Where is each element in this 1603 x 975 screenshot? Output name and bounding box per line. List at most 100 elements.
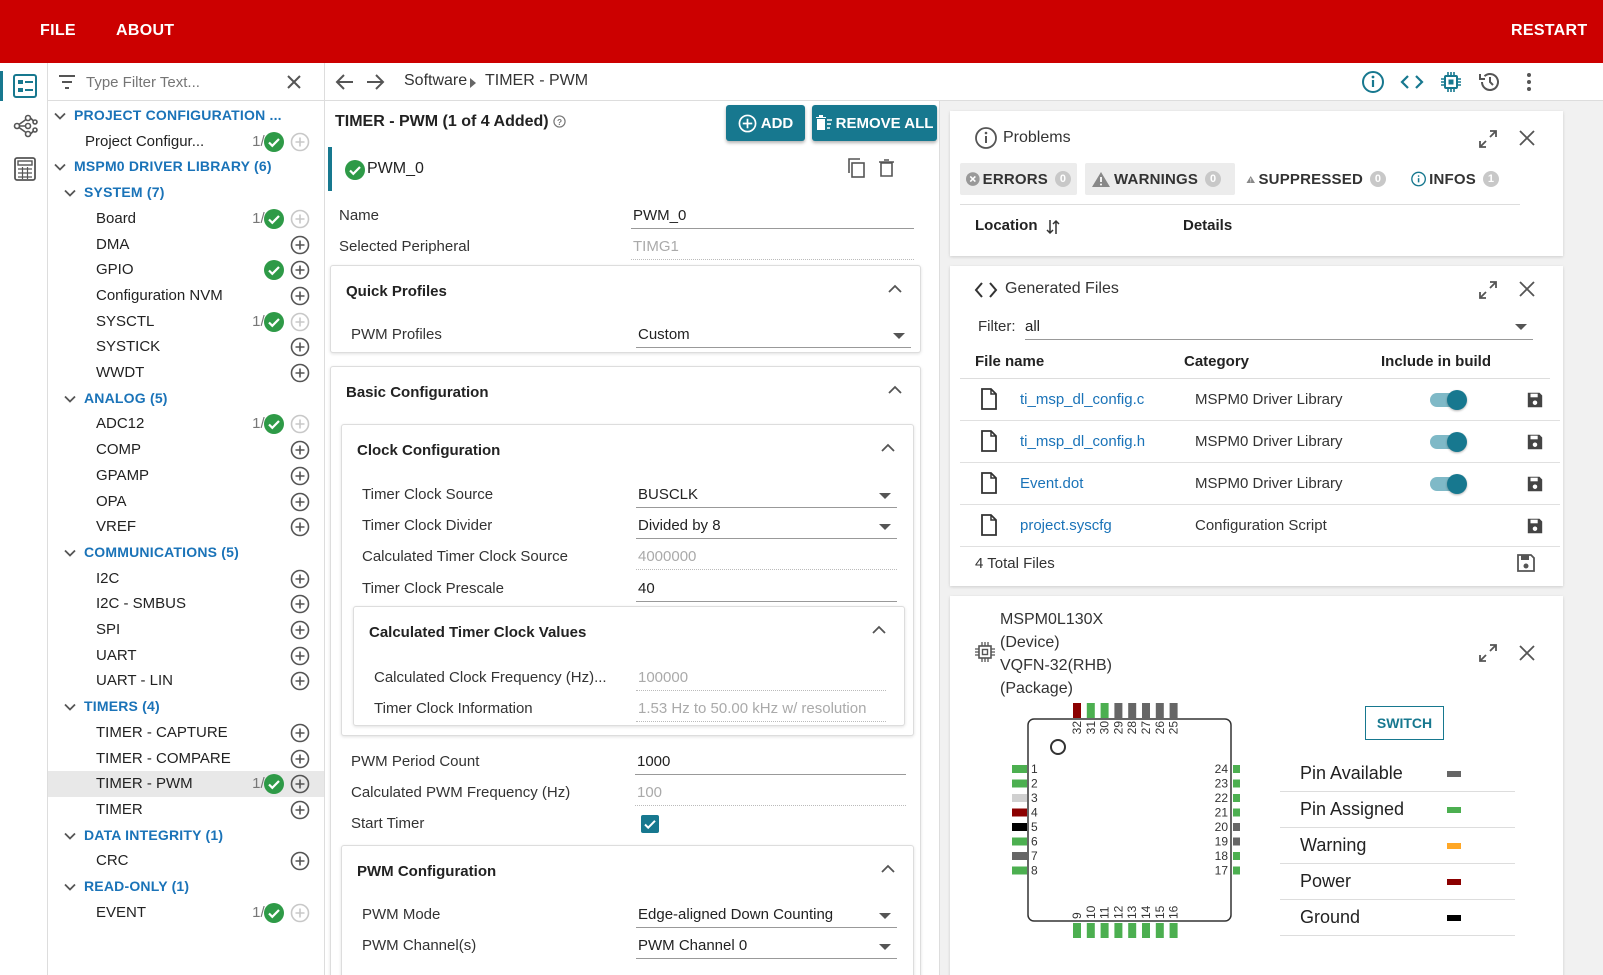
add-circle-icon[interactable] <box>290 774 310 794</box>
tree-item[interactable]: UART <box>48 643 324 669</box>
tree-item[interactable]: VREF <box>48 514 324 540</box>
forward-arrow-icon[interactable] <box>363 70 387 94</box>
add-circle-icon[interactable] <box>290 440 310 460</box>
info-icon[interactable] <box>1361 70 1385 94</box>
add-circle-icon[interactable] <box>290 286 310 306</box>
pwm-period-count-input[interactable]: 1000 <box>635 751 906 775</box>
clear-filter-icon[interactable] <box>286 74 302 90</box>
tree-item[interactable]: TIMER - COMPARE <box>48 746 324 772</box>
close-icon[interactable] <box>1518 280 1536 298</box>
collapse-chevron-icon[interactable] <box>888 284 902 294</box>
calculator-icon[interactable] <box>12 156 38 182</box>
suppressed-filter-button[interactable]: SUPPRESSED 0 <box>1240 163 1392 195</box>
chevron-down-icon[interactable] <box>64 701 76 713</box>
tree-item[interactable]: TIMER <box>48 797 324 823</box>
tree-item[interactable]: DMA <box>48 232 324 258</box>
file-name-link[interactable]: ti_msp_dl_config.h <box>1020 433 1145 450</box>
add-circle-icon[interactable] <box>290 723 310 743</box>
expand-icon[interactable] <box>1478 280 1498 300</box>
expand-icon[interactable] <box>1478 129 1498 149</box>
collapse-chevron-icon[interactable] <box>881 443 895 453</box>
add-circle-icon[interactable] <box>290 132 310 152</box>
tree-item[interactable]: I2C - SMBUS <box>48 591 324 617</box>
tree-item[interactable]: SPI <box>48 617 324 643</box>
tree-item[interactable]: GPAMP <box>48 463 324 489</box>
chevron-down-icon[interactable] <box>54 161 66 173</box>
tree-item[interactable]: EVENT 1/1 <box>48 900 324 926</box>
save-icon[interactable] <box>1526 517 1544 535</box>
include-in-build-toggle[interactable] <box>1430 390 1467 410</box>
filter-input[interactable] <box>86 69 276 95</box>
tree-item[interactable]: SYSCTL 1/1 <box>48 309 324 335</box>
infos-filter-button[interactable]: INFOS 1 <box>1405 163 1505 195</box>
chevron-down-icon[interactable] <box>54 110 66 122</box>
tree-item[interactable]: COMP <box>48 437 324 463</box>
add-circle-icon[interactable] <box>290 594 310 614</box>
add-circle-icon[interactable] <box>290 646 310 666</box>
tree-item[interactable]: CRC <box>48 848 324 874</box>
start-timer-checkbox[interactable] <box>641 815 659 833</box>
back-arrow-icon[interactable] <box>333 70 357 94</box>
tree-item[interactable]: TIMER - PWM 1/4 <box>48 771 324 798</box>
more-vertical-icon[interactable] <box>1517 70 1541 94</box>
pwm-mode-select[interactable]: Edge-aligned Down Counting <box>636 904 897 928</box>
save-icon[interactable] <box>1526 391 1544 409</box>
software-view-icon[interactable] <box>12 73 38 99</box>
tree-item[interactable]: SYSTICK <box>48 334 324 360</box>
add-circle-icon[interactable] <box>290 235 310 255</box>
tree-item[interactable]: Board 1/1 <box>48 206 324 232</box>
tree-category[interactable]: SYSTEM (7) <box>48 180 324 206</box>
name-input[interactable]: PWM_0 <box>631 205 914 229</box>
tree-item[interactable]: GPIO3 <box>48 257 324 283</box>
add-circle-icon[interactable] <box>290 492 310 512</box>
tree-category[interactable]: PROJECT CONFIGURATION ... <box>48 103 324 129</box>
restart-menu[interactable]: RESTART <box>1511 22 1587 40</box>
expand-icon[interactable] <box>1478 643 1498 663</box>
warnings-filter-button[interactable]: WARNINGS 0 <box>1085 163 1235 195</box>
include-in-build-toggle[interactable] <box>1430 432 1467 452</box>
tree-item[interactable]: I2C <box>48 566 324 592</box>
add-circle-icon[interactable] <box>290 260 310 280</box>
save-all-icon[interactable] <box>1516 553 1536 573</box>
about-menu[interactable]: ABOUT <box>116 22 174 40</box>
tree-category[interactable]: READ-ONLY (1) <box>48 874 324 900</box>
tree-category[interactable]: TIMERS (4) <box>48 694 324 720</box>
add-circle-icon[interactable] <box>290 903 310 923</box>
add-circle-icon[interactable] <box>290 851 310 871</box>
add-button[interactable]: ADD <box>726 105 805 141</box>
tree-item[interactable]: Project Configur... 1/1 <box>48 129 324 155</box>
add-circle-icon[interactable] <box>290 337 310 357</box>
delete-icon[interactable] <box>878 158 895 178</box>
instance-row[interactable]: PWM_0 <box>328 147 928 191</box>
package-pinout-diagram[interactable]: 12345678242322212019181732 31 30 29 28 27 26 25… <box>990 701 1240 961</box>
remove-all-button[interactable]: REMOVE ALL <box>812 105 937 141</box>
tree-item[interactable]: Configuration NVM <box>48 283 324 309</box>
location-column-header[interactable]: Location <box>975 217 1038 234</box>
errors-filter-button[interactable]: ERRORS 0 <box>960 163 1077 195</box>
include-in-build-toggle[interactable] <box>1430 474 1467 494</box>
history-icon[interactable] <box>1478 70 1502 94</box>
file-name-link[interactable]: Event.dot <box>1020 475 1083 492</box>
timer-clock-divider-select[interactable]: Divided by 8 <box>636 515 897 539</box>
collapse-chevron-icon[interactable] <box>881 864 895 874</box>
tree-item[interactable]: ADC12 1/1 <box>48 411 324 437</box>
switch-button[interactable]: SWITCH <box>1365 706 1444 740</box>
add-circle-icon[interactable] <box>290 209 310 229</box>
tree-item[interactable]: UART - LIN <box>48 668 324 694</box>
add-circle-icon[interactable] <box>290 466 310 486</box>
pwm-profiles-select[interactable]: Custom <box>636 324 911 348</box>
code-icon[interactable] <box>1400 70 1424 94</box>
save-icon[interactable] <box>1526 475 1544 493</box>
collapse-chevron-icon[interactable] <box>872 625 886 635</box>
tree-category[interactable]: DATA INTEGRITY (1) <box>48 823 324 849</box>
timer-clock-prescale-input[interactable]: 40 <box>636 578 897 602</box>
pwm-channels-select[interactable]: PWM Channel 0 <box>636 935 897 959</box>
tree-item[interactable]: WWDT <box>48 360 324 386</box>
file-name-link[interactable]: project.syscfg <box>1020 517 1112 534</box>
help-icon[interactable]: ? <box>553 115 566 128</box>
add-circle-icon[interactable] <box>290 517 310 537</box>
tree-item[interactable]: OPA <box>48 489 324 515</box>
file-name-link[interactable]: ti_msp_dl_config.c <box>1020 391 1144 408</box>
file-menu[interactable]: FILE <box>40 22 76 40</box>
add-circle-icon[interactable] <box>290 312 310 332</box>
